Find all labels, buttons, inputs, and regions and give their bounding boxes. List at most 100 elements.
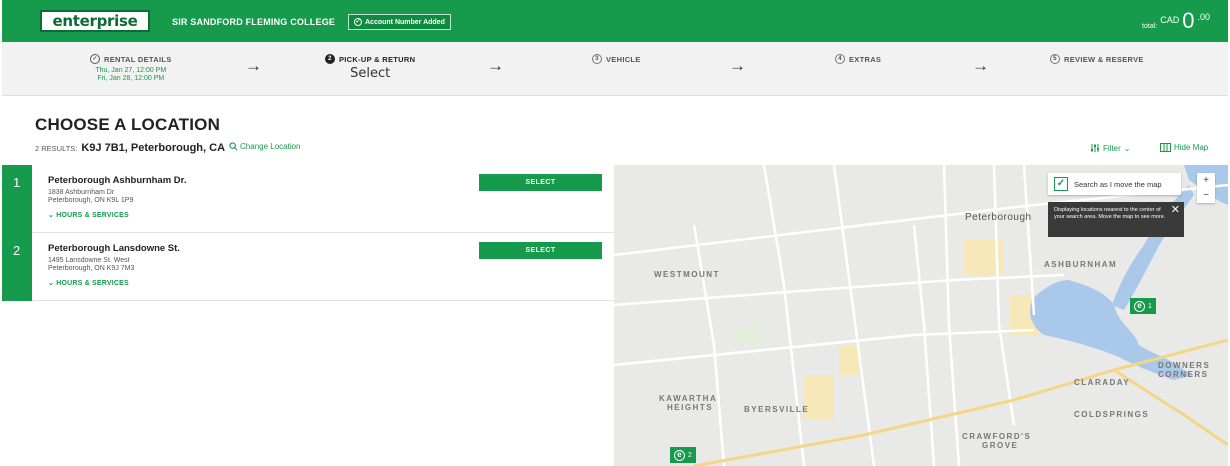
account-badge-label: Account Number Added xyxy=(365,18,445,26)
enterprise-e-icon: e xyxy=(674,449,685,461)
filter-label: Filter xyxy=(1103,143,1121,153)
step-extras: 4 EXTRAS xyxy=(835,54,881,64)
search-as-move-checkbox[interactable]: ✓ Search as I move the map xyxy=(1048,173,1181,195)
tooltip-text: Displaying locations nearest to the cent… xyxy=(1054,207,1166,220)
step-number-icon: 5 xyxy=(1050,54,1060,64)
map-label-peterborough: Peterborough xyxy=(965,212,1032,223)
map-label-heights: HEIGHTS xyxy=(667,403,714,412)
location-number: 2 xyxy=(2,233,32,301)
results-query: K9J 7B1, Peterborough, CA xyxy=(81,142,226,154)
hours-services-toggle[interactable]: ⌄ HOURS & SERVICES xyxy=(48,211,129,219)
step-pickup-return[interactable]: 2 PICK-UP & RETURN Select xyxy=(325,54,415,81)
step-title: ✓ RENTAL DETAILS xyxy=(90,54,172,64)
chevron-down-icon: ⌄ xyxy=(48,212,57,219)
filter-button[interactable]: Filter ⌄ xyxy=(1090,143,1130,153)
results-summary: 2 RESULTS: K9J 7B1, Peterborough, CA Cha… xyxy=(35,142,301,154)
location-address-line1: 1495 Lansdowne St. West xyxy=(48,257,130,264)
check-circle-icon: ✓ xyxy=(354,18,362,26)
progress-steps: ✓ RENTAL DETAILS Thu, Jan 27, 12:00 PM F… xyxy=(2,42,1228,96)
hours-services-toggle[interactable]: ⌄ HOURS & SERVICES xyxy=(48,279,129,287)
top-header: enterprise SIR SANDFORD FLEMING COLLEGE … xyxy=(2,0,1228,42)
step-title: 3 VEHICLE xyxy=(592,54,641,64)
step-rental-details[interactable]: ✓ RENTAL DETAILS Thu, Jan 27, 12:00 PM F… xyxy=(90,54,172,83)
return-date: Fri, Jan 28, 12:00 PM xyxy=(97,75,165,82)
close-icon[interactable]: ✕ xyxy=(1171,205,1180,216)
location-address-line2: Peterborough, ON K9J 7M3 xyxy=(48,265,135,272)
change-location-link[interactable]: Change Location xyxy=(229,142,301,151)
step-label: REVIEW & RESERVE xyxy=(1064,54,1144,64)
map-label-downers: DOWNERS xyxy=(1158,361,1211,370)
step-review-reserve: 5 REVIEW & RESERVE xyxy=(1050,54,1144,64)
hours-services-label: HOURS & SERVICES xyxy=(56,212,129,219)
step-label: VEHICLE xyxy=(606,54,641,64)
enterprise-e-icon: e xyxy=(1134,300,1145,312)
location-number: 1 xyxy=(2,165,32,233)
hide-map-button[interactable]: Hide Map xyxy=(1160,143,1208,152)
step-number-icon: 4 xyxy=(835,54,845,64)
hide-map-label: Hide Map xyxy=(1174,143,1209,152)
select-button[interactable]: SELECT xyxy=(479,174,602,191)
search-icon xyxy=(229,142,238,151)
arrow-right-icon: → xyxy=(729,56,746,75)
location-address-line2: Peterborough, ON K9L 1P9 xyxy=(48,197,134,204)
arrow-right-icon: → xyxy=(972,56,989,75)
enterprise-logo[interactable]: enterprise xyxy=(40,10,150,32)
map-label-ashburnham: ASHBURNHAM xyxy=(1044,260,1118,269)
map-label-kawartha: KAWARTHA xyxy=(659,394,718,403)
check-circle-icon: ✓ xyxy=(90,54,100,64)
search-as-move-label: Search as I move the map xyxy=(1074,179,1162,189)
location-map[interactable]: Peterborough WESTMOUNT ASHBURNHAM DOWNER… xyxy=(614,165,1228,466)
location-name[interactable]: Peterborough Ashburnham Dr. xyxy=(48,175,186,186)
account-badge: ✓ Account Number Added xyxy=(348,14,451,30)
location-card[interactable]: 2 Peterborough Lansdowne St. 1495 Lansdo… xyxy=(2,233,614,301)
checkbox-checked-icon[interactable]: ✓ xyxy=(1054,177,1068,191)
results-count: 2 RESULTS: xyxy=(35,144,78,153)
map-label-corners: CORNERS xyxy=(1158,370,1209,379)
location-list: 1 Peterborough Ashburnham Dr. 1838 Ashbu… xyxy=(2,165,614,301)
step-label: PICK-UP & RETURN xyxy=(339,54,416,64)
select-button[interactable]: SELECT xyxy=(479,242,602,259)
pin-number: 1 xyxy=(1148,302,1152,310)
chevron-down-icon: ⌄ xyxy=(1123,143,1131,153)
map-label-westmount: WESTMOUNT xyxy=(654,270,720,279)
zoom-in-button[interactable]: + xyxy=(1197,173,1215,188)
step-value: Select xyxy=(350,66,391,81)
step-label: RENTAL DETAILS xyxy=(104,54,172,64)
zoom-control: + − xyxy=(1197,173,1215,203)
map-icon xyxy=(1160,143,1171,152)
map-pin-location-1[interactable]: e 1 xyxy=(1130,298,1156,314)
map-label-coldsprings: COLDSPRINGS xyxy=(1074,410,1150,419)
total-amount: 0 xyxy=(1182,8,1195,33)
hours-services-label: HOURS & SERVICES xyxy=(56,280,129,287)
step-title: 2 PICK-UP & RETURN xyxy=(325,54,415,64)
total-currency: CAD xyxy=(1160,15,1180,25)
step-vehicle: 3 VEHICLE xyxy=(592,54,641,64)
step-title: 4 EXTRAS xyxy=(835,54,881,64)
zoom-out-button[interactable]: − xyxy=(1197,188,1215,203)
step-title: 5 REVIEW & RESERVE xyxy=(1050,54,1144,64)
change-location-label: Change Location xyxy=(240,142,301,151)
page-title: CHOOSE A LOCATION xyxy=(35,115,221,134)
total-price: total: CAD 0 .00 xyxy=(1142,10,1210,32)
location-name[interactable]: Peterborough Lansdowne St. xyxy=(48,243,180,254)
map-pin-location-2[interactable]: e 2 xyxy=(670,447,696,463)
step-label: EXTRAS xyxy=(849,54,882,64)
total-decimal: .00 xyxy=(1197,12,1210,22)
map-label-byersville: BYERSVILLE xyxy=(744,405,810,414)
arrow-right-icon: → xyxy=(487,56,504,75)
arrow-right-icon: → xyxy=(245,56,262,75)
pin-number: 2 xyxy=(688,451,692,459)
step-number-icon: 3 xyxy=(592,54,602,64)
map-label-grove: GROVE xyxy=(982,441,1019,450)
location-address-line1: 1838 Ashburnham Dr xyxy=(48,189,115,196)
map-label-claraday: CLARADAY xyxy=(1074,378,1131,387)
total-label: total: xyxy=(1142,23,1158,30)
map-info-tooltip: Displaying locations nearest to the cent… xyxy=(1048,202,1184,237)
pickup-date: Thu, Jan 27, 12:00 PM xyxy=(95,67,167,74)
map-label-crawfords: CRAWFORD'S xyxy=(962,432,1032,441)
filter-icon xyxy=(1091,144,1099,152)
logo-text: enterprise xyxy=(52,12,138,30)
chevron-down-icon: ⌄ xyxy=(48,280,57,287)
org-name: SIR SANDFORD FLEMING COLLEGE xyxy=(172,17,336,27)
location-card[interactable]: 1 Peterborough Ashburnham Dr. 1838 Ashbu… xyxy=(2,165,614,233)
